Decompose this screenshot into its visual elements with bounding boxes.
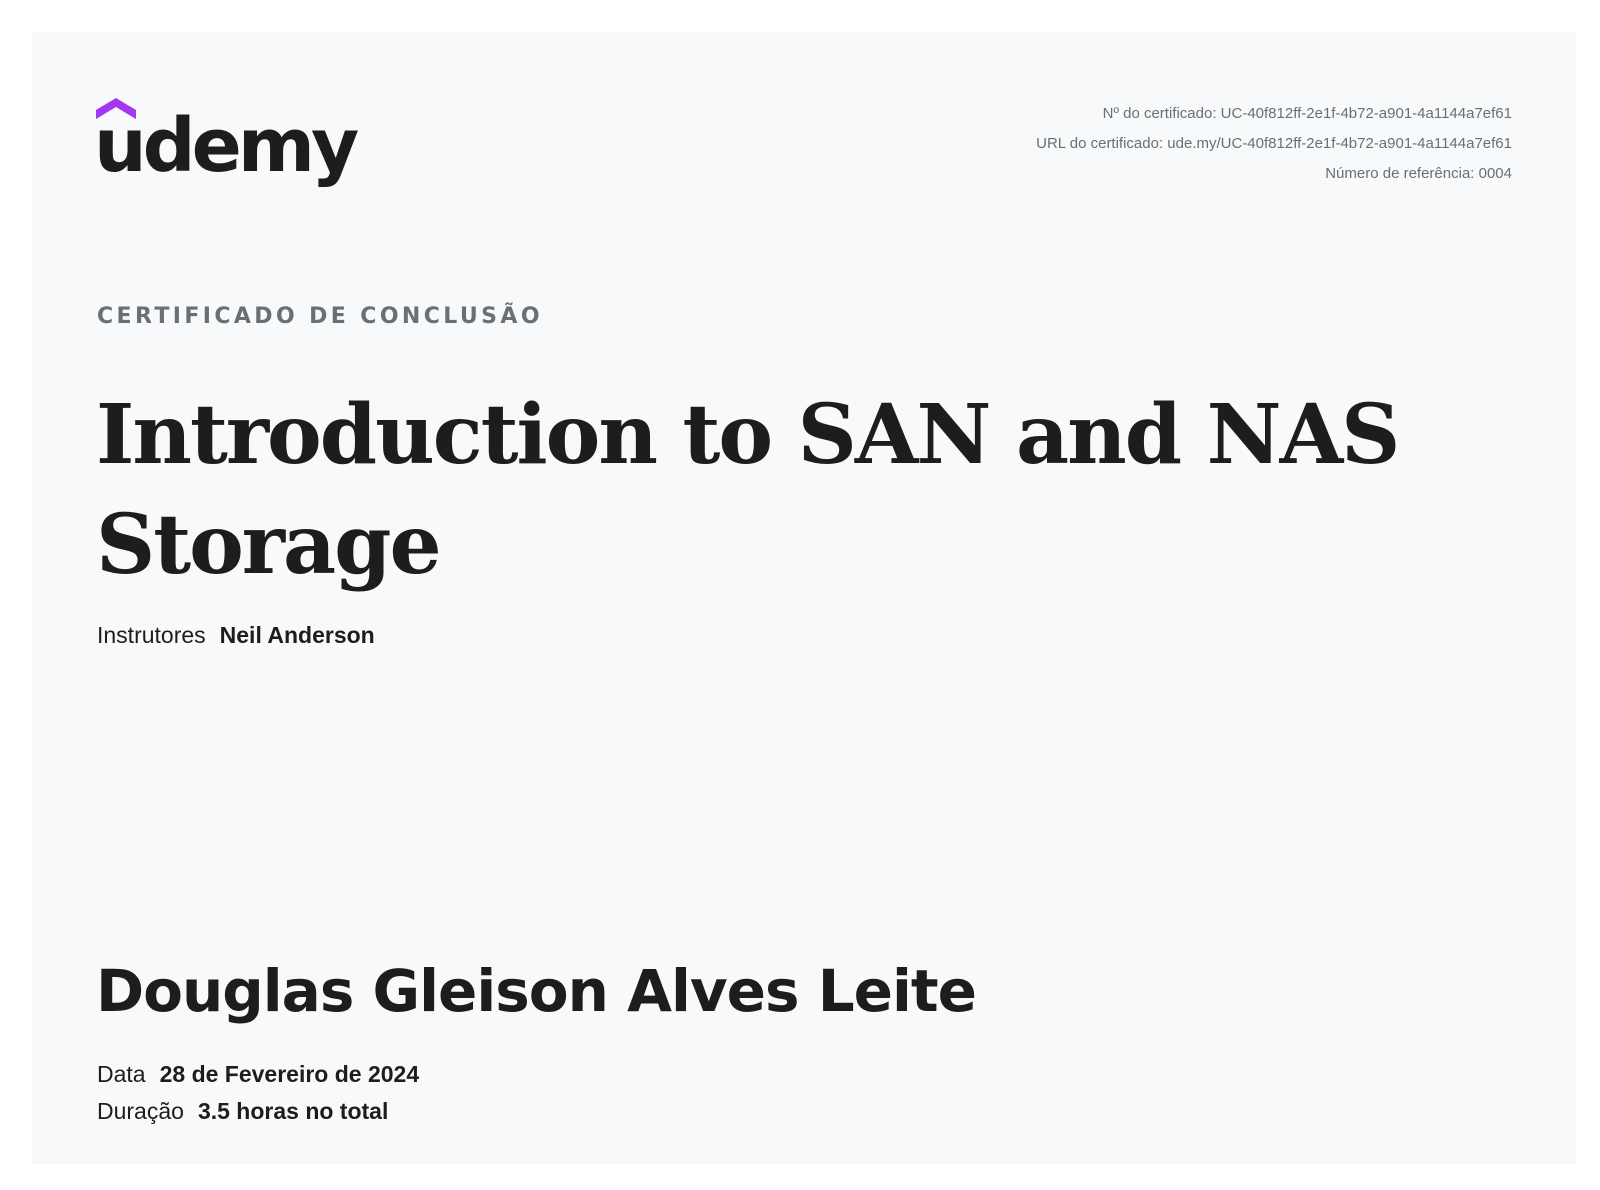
instructor-name: Neil Anderson — [219, 622, 375, 648]
certificate: udemy Nº do certificado: UC-40f812ff-2e1… — [32, 32, 1576, 1164]
certificate-number: Nº do certificado: UC-40f812ff-2e1f-4b72… — [1102, 105, 1512, 122]
certificate-url: URL do certificado: ude.my/UC-40f812ff-2… — [1036, 135, 1512, 152]
reference-number: Número de referência: 0004 — [1325, 165, 1512, 182]
certificate-details: Data 28 de Fevereiro de 2024 Duração 3.5 h… — [97, 1056, 419, 1130]
student-name: Douglas Gleison Alves Leite — [96, 957, 977, 1025]
duration-row: Duração 3.5 horas no total — [97, 1093, 419, 1130]
date-label: Data — [97, 1061, 146, 1087]
date-value: 28 de Fevereiro de 2024 — [159, 1061, 420, 1087]
udemy-logo: udemy — [96, 95, 366, 195]
duration-value: 3.5 horas no total — [197, 1098, 389, 1124]
instructors-line: Instrutores Neil Anderson — [97, 622, 375, 649]
certificate-kicker: CERTIFICADO DE CONCLUSÃO — [97, 304, 543, 329]
duration-label: Duração — [97, 1098, 184, 1124]
date-row: Data 28 de Fevereiro de 2024 — [97, 1056, 419, 1093]
instructors-label: Instrutores — [97, 622, 206, 648]
course-title: Introduction to SAN and NAS Storage — [96, 387, 1400, 593]
brand-name: udemy — [96, 103, 358, 189]
certificate-meta: Nº do certificado: UC-40f812ff-2e1f-4b72… — [1036, 99, 1512, 189]
